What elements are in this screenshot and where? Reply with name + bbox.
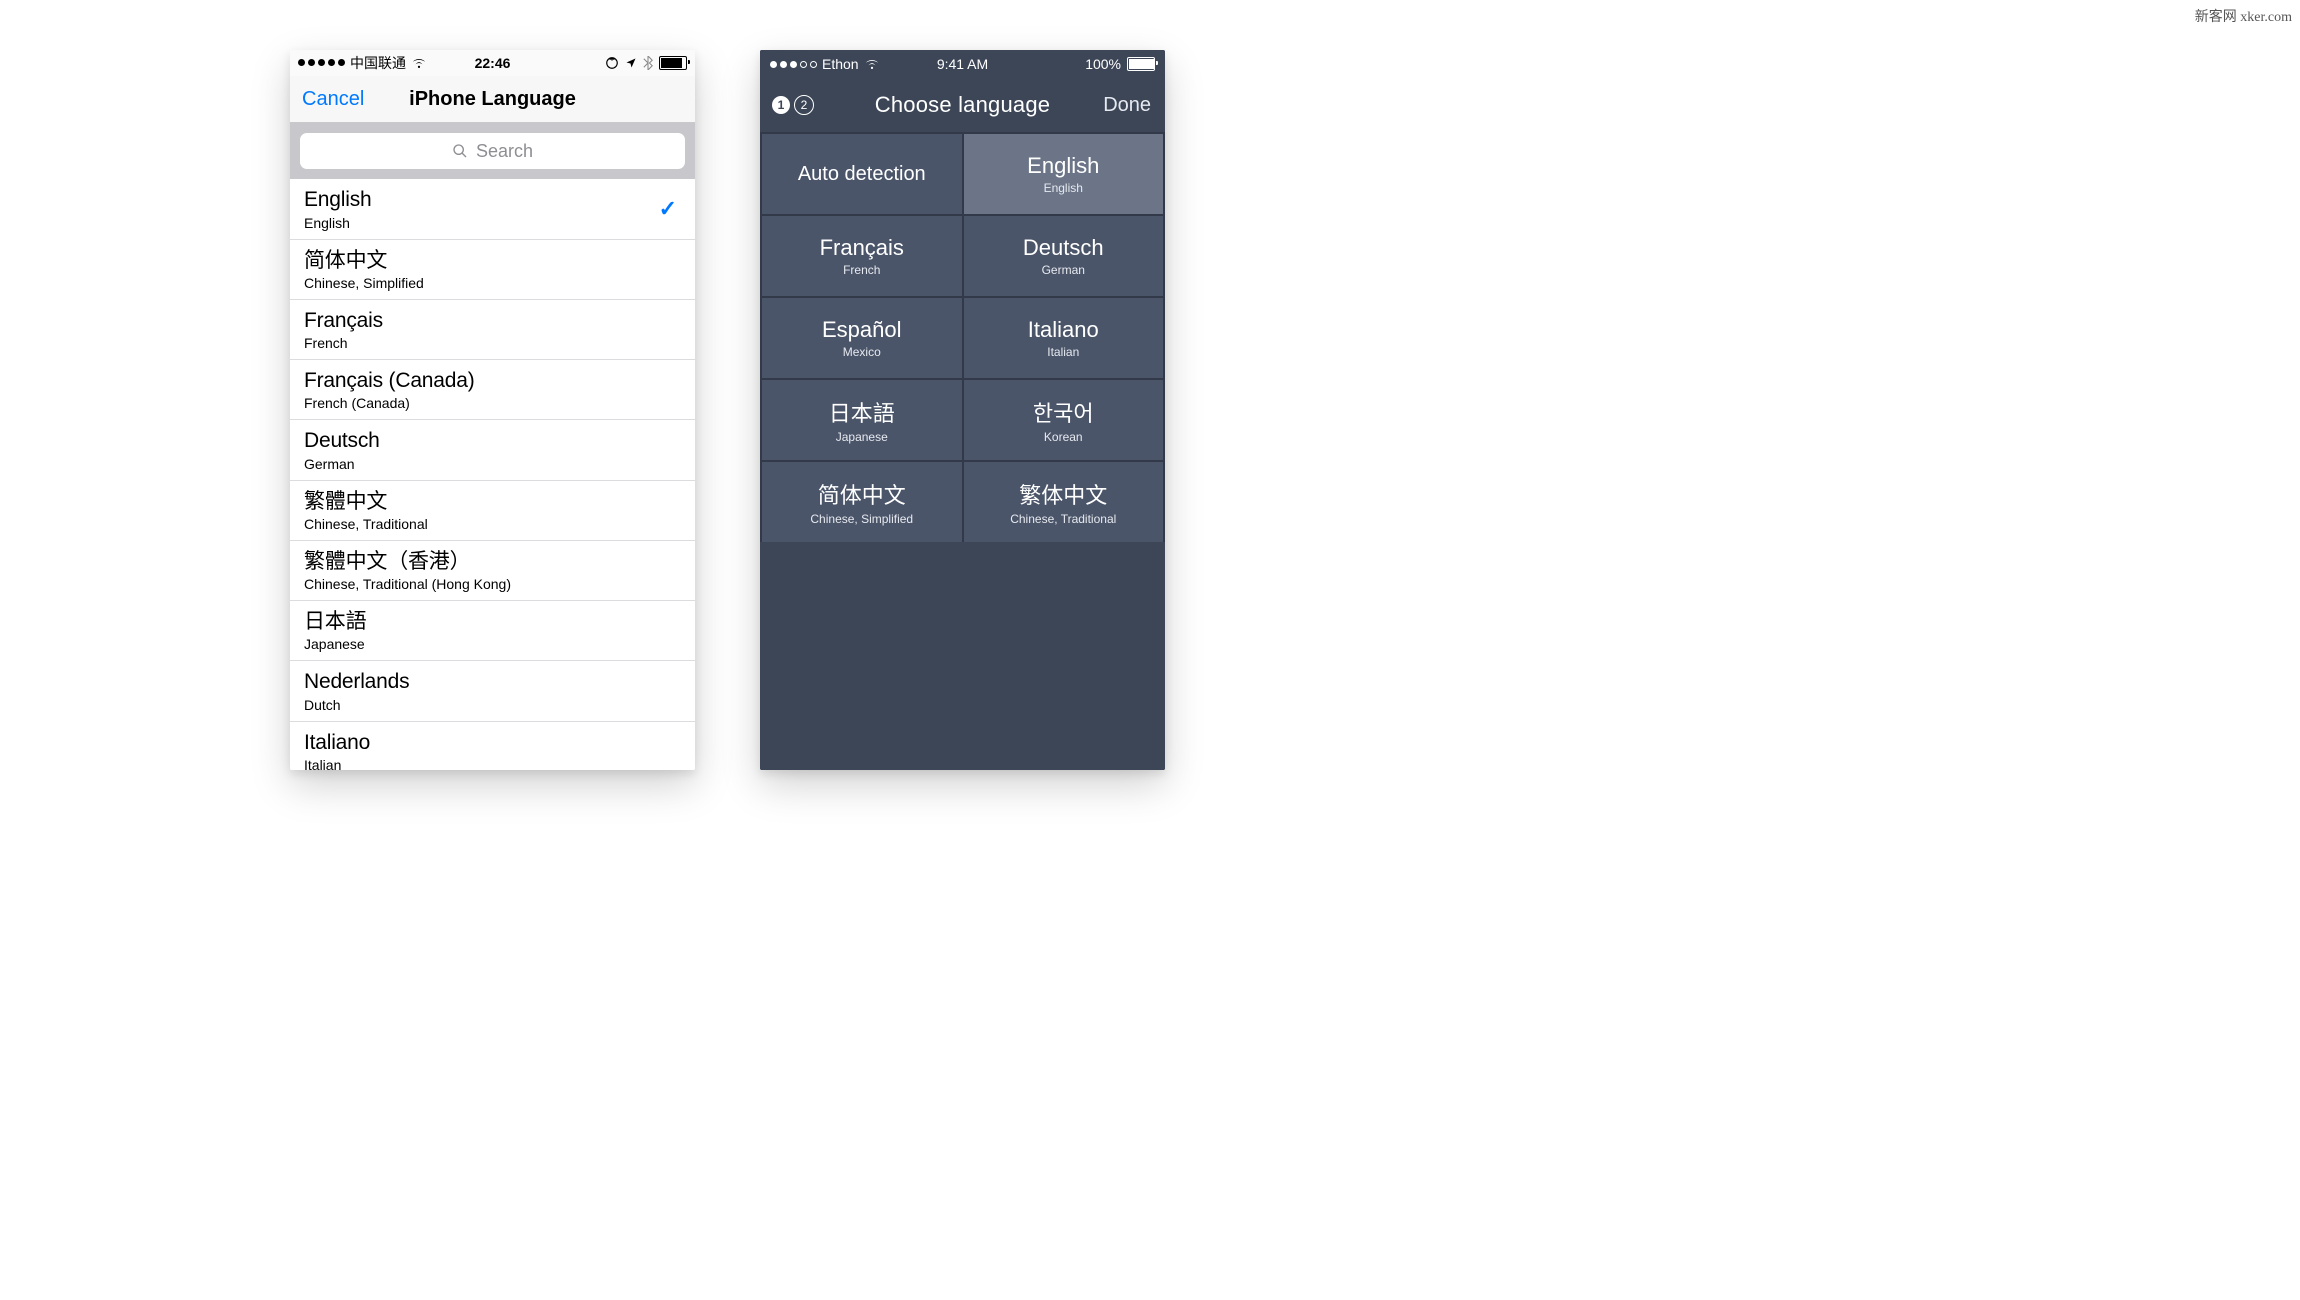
language-tile[interactable]: Italiano Italian [964, 298, 1164, 378]
language-native: 简体中文 [818, 478, 906, 510]
search-input[interactable]: Search [300, 133, 685, 169]
language-english: Italian [304, 757, 681, 770]
language-native: English [1027, 153, 1099, 179]
language-native: Español [822, 317, 902, 343]
signal-strength-icon [298, 59, 345, 66]
language-native: 한국어 [1033, 396, 1094, 428]
location-icon [625, 57, 637, 69]
language-native: 繁体中文 [1019, 478, 1107, 510]
language-row[interactable]: Nederlands Dutch [290, 661, 695, 721]
language-row[interactable]: Français French [290, 300, 695, 360]
language-english: French [304, 335, 681, 351]
language-english: Dutch [304, 697, 681, 713]
battery-icon [659, 56, 687, 70]
language-native: 日本語 [304, 609, 681, 635]
language-english: French (Canada) [304, 395, 681, 411]
language-native: Deutsch [1023, 235, 1104, 261]
language-native: Nederlands [304, 669, 681, 695]
language-english: Chinese, Simplified [810, 512, 913, 526]
language-english: English [1044, 181, 1083, 195]
language-native: Italiano [304, 730, 681, 756]
language-native: 日本語 [829, 396, 895, 428]
carrier-label: Ethon [822, 56, 859, 72]
language-native: Français (Canada) [304, 368, 681, 394]
language-grid: Auto detection English English Français … [760, 132, 1165, 542]
language-native: Auto detection [798, 163, 926, 186]
watermark-text: 新客网 xker.com [2195, 6, 2292, 26]
language-english: German [304, 456, 681, 472]
language-english: German [1042, 263, 1085, 277]
language-row[interactable]: Deutsch German [290, 420, 695, 480]
page-title: Choose language [875, 92, 1050, 118]
step-2-badge: 2 [794, 95, 814, 115]
language-english: Mexico [843, 345, 881, 359]
language-row[interactable]: 简体中文 Chinese, Simplified [290, 240, 695, 300]
ios-language-screen: 中国联通 22:46 Cancel iPhone Language [290, 50, 695, 770]
language-tile[interactable]: 繁体中文 Chinese, Traditional [964, 462, 1164, 542]
language-native: English [304, 187, 681, 213]
clock-label: 22:46 [475, 55, 511, 71]
language-english: Chinese, Traditional [304, 516, 681, 532]
language-tile[interactable]: Español Mexico [762, 298, 962, 378]
language-tile[interactable]: 日本語 Japanese [762, 380, 962, 460]
status-bar: 中国联通 22:46 [290, 50, 695, 76]
language-english: French [843, 263, 880, 277]
battery-icon [1127, 57, 1155, 71]
language-row[interactable]: Français (Canada) French (Canada) [290, 360, 695, 420]
checkmark-icon: ✓ [659, 196, 677, 222]
language-tile[interactable]: Deutsch German [964, 216, 1164, 296]
language-row[interactable]: Italiano Italian [290, 722, 695, 770]
search-placeholder: Search [476, 141, 533, 162]
language-tile[interactable]: Français French [762, 216, 962, 296]
search-icon [452, 143, 468, 159]
page-title: iPhone Language [409, 88, 576, 111]
done-button[interactable]: Done [1103, 94, 1151, 117]
language-native: Français [820, 235, 904, 261]
orientation-lock-icon [605, 56, 619, 70]
language-native: 繁體中文 [304, 489, 681, 515]
language-row[interactable]: 日本語 Japanese [290, 601, 695, 661]
step-indicator: 1 2 [772, 95, 814, 115]
clock-label: 9:41 AM [937, 56, 988, 72]
empty-area [760, 542, 1165, 770]
language-row[interactable]: 繁體中文 Chinese, Traditional [290, 481, 695, 541]
language-english: English [304, 215, 681, 231]
language-row[interactable]: 繁體中文（香港） Chinese, Traditional (Hong Kong… [290, 541, 695, 601]
choose-language-screen: Ethon 9:41 AM 100% 1 2 Choose language D… [760, 50, 1165, 770]
language-english: Japanese [304, 636, 681, 652]
language-tile[interactable]: 简体中文 Chinese, Simplified [762, 462, 962, 542]
status-bar: Ethon 9:41 AM 100% [760, 50, 1165, 78]
language-english: Japanese [836, 430, 888, 444]
nav-bar: 1 2 Choose language Done [760, 78, 1165, 132]
language-english: Chinese, Traditional (Hong Kong) [304, 576, 681, 592]
language-list[interactable]: English English ✓ 简体中文 Chinese, Simplifi… [290, 179, 695, 770]
bluetooth-icon [643, 56, 653, 70]
language-native: Français [304, 308, 681, 334]
wifi-icon [411, 57, 427, 69]
language-native: Deutsch [304, 428, 681, 454]
cancel-button[interactable]: Cancel [302, 88, 364, 111]
language-native: 简体中文 [304, 248, 681, 274]
language-tile[interactable]: English English [964, 134, 1164, 214]
language-english: Korean [1044, 430, 1083, 444]
search-bar-wrap: Search [290, 123, 695, 179]
language-tile-auto[interactable]: Auto detection [762, 134, 962, 214]
carrier-label: 中国联通 [350, 53, 406, 73]
step-1-badge: 1 [772, 96, 790, 114]
language-native: 繁體中文（香港） [304, 549, 681, 575]
battery-percent: 100% [1085, 56, 1121, 72]
language-native: Italiano [1028, 317, 1099, 343]
nav-bar: Cancel iPhone Language [290, 76, 695, 123]
language-tile[interactable]: 한국어 Korean [964, 380, 1164, 460]
language-english: Italian [1047, 345, 1079, 359]
signal-strength-icon [770, 61, 817, 68]
language-english: Chinese, Simplified [304, 275, 681, 291]
language-row[interactable]: English English ✓ [290, 179, 695, 239]
wifi-icon [864, 58, 880, 70]
language-english: Chinese, Traditional [1010, 512, 1116, 526]
